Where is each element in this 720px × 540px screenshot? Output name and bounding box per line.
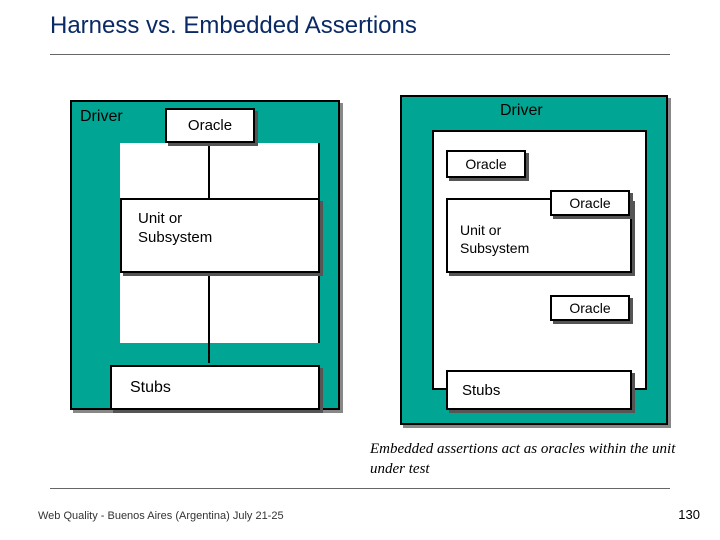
left-bridge-bot bbox=[120, 273, 320, 343]
right-driver-label: Driver bbox=[500, 102, 543, 120]
left-unit-connector bbox=[208, 273, 210, 363]
diagram-area: Driver Oracle Unit orSubsystem Stubs Dri… bbox=[50, 90, 670, 450]
left-bridge-top bbox=[120, 143, 320, 198]
caption-text: Embedded assertions act as oracles withi… bbox=[370, 440, 690, 479]
left-oracle-connector bbox=[208, 143, 210, 198]
left-stubs-box: Stubs bbox=[110, 365, 320, 410]
right-oracle-bottom-box: Oracle bbox=[550, 295, 630, 321]
right-oracle-top-box: Oracle bbox=[446, 150, 526, 178]
right-oracle-inner-box: Oracle bbox=[550, 190, 630, 216]
left-oracle-box: Oracle bbox=[165, 108, 255, 143]
slide-title: Harness vs. Embedded Assertions bbox=[50, 12, 417, 40]
left-unit-box: Unit orSubsystem bbox=[120, 198, 320, 273]
right-stubs-box: Stubs bbox=[446, 370, 632, 410]
left-driver-label: Driver bbox=[80, 108, 123, 126]
title-rule bbox=[50, 54, 670, 55]
slide-number: 130 bbox=[678, 507, 700, 522]
footer-left: Web Quality - Buenos Aires (Argentina) J… bbox=[38, 510, 284, 522]
bottom-rule bbox=[50, 488, 670, 489]
